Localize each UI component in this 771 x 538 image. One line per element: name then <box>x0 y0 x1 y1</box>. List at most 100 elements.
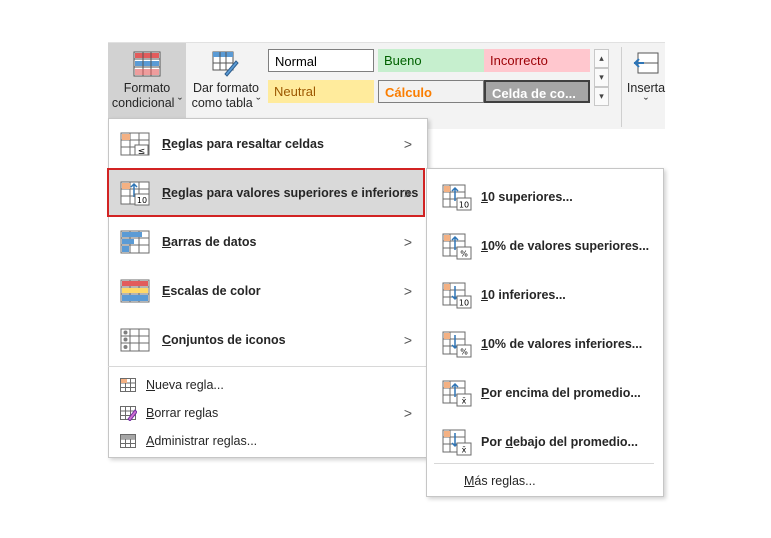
submenu-item-accel: 1 <box>481 337 488 351</box>
formato-condicional-button[interactable]: Formato condicional ˇ <box>108 43 186 129</box>
menu-small-item-1[interactable]: Borrar reglas > <box>120 403 422 423</box>
style-normal[interactable]: Normal <box>268 49 374 72</box>
insert-cells-icon <box>632 51 660 77</box>
style-bueno[interactable]: Bueno <box>378 49 484 72</box>
svg-text:%: % <box>460 249 468 258</box>
top-bottom-rules-icon: 10 <box>120 181 162 206</box>
menu-item-label: Barras de datos <box>162 235 257 249</box>
highlight-rules-icon: ≤ <box>120 132 162 157</box>
menu-item-label: Reglas para valores superiores e inferio… <box>162 186 418 200</box>
submenu-item-label: 10% de valores superiores... <box>481 239 649 253</box>
cell-styles-gallery: Normal Bueno Incorrecto Neutral Cálculo … <box>268 49 608 109</box>
dar-formato-tabla-button[interactable]: Dar formato como tabla ˇ <box>188 43 264 129</box>
menu-item-1[interactable]: 10 Reglas para valores superiores e infer… <box>120 175 422 211</box>
formato-line2: condicional ˇ <box>111 96 183 110</box>
menu-small-item-2[interactable]: Administrar reglas... <box>120 431 422 451</box>
submenu-item-2[interactable]: 10 10 inferiores... <box>442 280 657 310</box>
manage-rules-icon <box>120 433 146 449</box>
menu-item-2[interactable]: Barras de datos > <box>120 224 422 260</box>
submenu-separator <box>434 463 654 464</box>
top-bottom-item-icon: 10 <box>442 184 481 211</box>
submenu-item-accel: 1 <box>481 239 488 253</box>
top-bottom-item-icon: % <box>442 233 481 260</box>
menu-separator <box>108 366 426 367</box>
submenu-item-4[interactable]: x̄ Por encima del promedio... <box>442 378 657 408</box>
submenu-item-rest: ebajo del promedio... <box>512 435 638 449</box>
color-scales-icon <box>120 279 162 304</box>
small-item-label: Nueva regla... <box>146 378 224 392</box>
mas-reglas-item[interactable]: Más reglas... <box>464 472 536 490</box>
menu-item-rest: eglas para valores superiores e inferior… <box>171 186 419 200</box>
menu-item-4[interactable]: Conjuntos de iconos > <box>120 322 422 358</box>
icon-sets-icon <box>120 328 162 353</box>
svg-text:%: % <box>460 347 468 356</box>
dar-formato-line1: Dar formato <box>193 81 259 95</box>
svg-text:10: 10 <box>137 196 147 205</box>
small-item-label: Administrar reglas... <box>146 434 257 448</box>
submenu-item-accel: 1 <box>481 288 488 302</box>
format-table-icon <box>212 51 240 77</box>
svg-text:≤: ≤ <box>138 147 146 157</box>
data-bars-icon <box>120 230 162 255</box>
submenu-item-3[interactable]: % 10% de valores inferiores... <box>442 329 657 359</box>
ribbon: Formato condicional ˇ Dar formato como t… <box>108 42 665 129</box>
svg-text:10: 10 <box>459 200 469 209</box>
menu-item-accel: B <box>162 235 172 249</box>
submenu-item-rest: or encima del promedio... <box>489 386 641 400</box>
submenu-item-rest: 0% de valores superiores... <box>487 239 650 253</box>
style-incorrecto[interactable]: Incorrecto <box>484 49 590 72</box>
svg-text:x̄: x̄ <box>462 396 467 405</box>
submenu-item-pre: Por <box>481 435 506 449</box>
more-styles-icon[interactable]: ▾ <box>594 87 609 106</box>
menu-item-3[interactable]: Escalas de color > <box>120 273 422 309</box>
new-rule-icon <box>120 377 146 393</box>
insertar-line2: ˇ <box>643 96 649 110</box>
svg-text:10: 10 <box>459 298 469 307</box>
conditional-format-icon <box>133 51 161 77</box>
small-item-rest: ueva regla... <box>155 378 224 392</box>
chevron-right-icon: > <box>403 283 412 299</box>
menu-small-item-0[interactable]: Nueva regla... <box>120 375 422 395</box>
mas-reglas-rest: ás reglas... <box>474 474 536 488</box>
top-bottom-item-icon: % <box>442 331 481 358</box>
menu-item-rest: eglas para resaltar celdas <box>171 137 324 151</box>
submenu-item-rest: 0 superiores... <box>487 190 573 204</box>
submenu-item-accel: d <box>505 435 513 449</box>
submenu-item-0[interactable]: 10 10 superiores... <box>442 182 657 212</box>
style-calculo[interactable]: Cálculo <box>378 80 484 103</box>
submenu-item-rest: 0% de valores inferiores... <box>487 337 643 351</box>
top-bottom-item-icon: 10 <box>442 282 481 309</box>
menu-item-accel: C <box>162 333 172 347</box>
submenu-item-label: Por encima del promedio... <box>481 386 641 400</box>
small-item-rest: orrar reglas <box>154 406 219 420</box>
menu-item-accel: R <box>162 137 172 151</box>
submenu-item-label: 10% de valores inferiores... <box>481 337 642 351</box>
menu-item-0[interactable]: ≤ Reglas para resaltar celdas > <box>120 126 422 162</box>
top-bottom-item-icon: x̄ <box>442 429 481 456</box>
scroll-up-icon[interactable]: ▴ <box>594 49 609 68</box>
menu-item-rest: arras de datos <box>171 235 257 249</box>
small-item-rest: dministrar reglas... <box>154 434 258 448</box>
menu-item-rest: scalas de color <box>170 284 261 298</box>
insertar-line1: Inserta <box>626 81 666 95</box>
submenu-item-label: Por debajo del promedio... <box>481 435 638 449</box>
top-bottom-item-icon: x̄ <box>442 380 481 407</box>
dar-formato-line2: como tabla ˇ <box>191 96 261 110</box>
insertar-button[interactable]: Inserta ˇ <box>626 43 666 129</box>
submenu-item-1[interactable]: % 10% de valores superiores... <box>442 231 657 261</box>
scroll-down-icon[interactable]: ▾ <box>594 68 609 87</box>
small-item-label: Borrar reglas <box>146 406 218 420</box>
clear-rules-icon <box>120 405 146 421</box>
menu-item-label: Conjuntos de iconos <box>162 333 286 347</box>
style-neutral[interactable]: Neutral <box>268 80 374 103</box>
styles-scroll: ▴ ▾ ▾ <box>594 49 609 109</box>
menu-item-label: Escalas de color <box>162 284 261 298</box>
submenu-item-accel: 1 <box>481 190 488 204</box>
style-celda-comprobacion[interactable]: Celda de co... <box>484 80 590 103</box>
submenu-item-label: 10 inferiores... <box>481 288 566 302</box>
small-item-accel: N <box>146 378 156 392</box>
svg-text:x̄: x̄ <box>462 445 467 454</box>
submenu-item-5[interactable]: x̄ Por debajo del promedio... <box>442 427 657 457</box>
menu-item-rest: onjuntos de iconos <box>171 333 286 347</box>
menu-item-accel: R <box>162 186 172 200</box>
